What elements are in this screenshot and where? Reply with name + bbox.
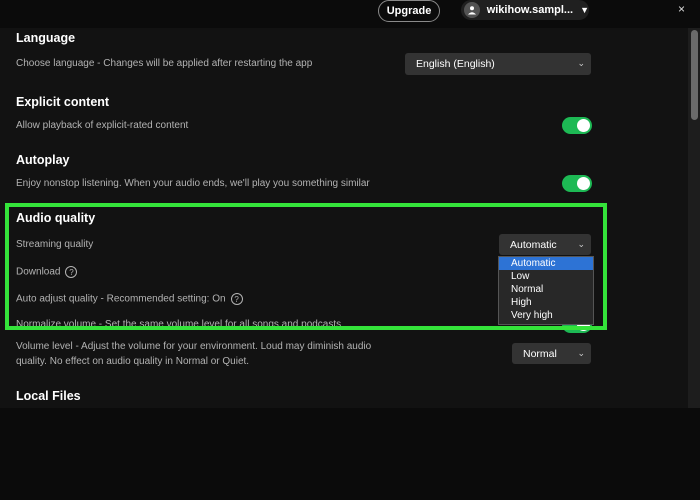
chevron-down-icon: ⌄ [577, 57, 585, 68]
user-menu-button[interactable]: wikihow.sampl... ▼ [461, 0, 589, 20]
autoplay-title: Autoplay [16, 153, 70, 167]
local-files-title: Local Files [16, 389, 81, 403]
top-bar: Upgrade wikihow.sampl... ▼ × [0, 0, 700, 28]
option-low[interactable]: Low [499, 270, 593, 283]
language-title: Language [16, 31, 76, 45]
explicit-content-description: Allow playback of explicit-rated content [16, 120, 189, 131]
language-select-value: English (English) [416, 58, 495, 70]
upgrade-button[interactable]: Upgrade [378, 0, 440, 22]
bottom-panel [0, 408, 700, 500]
option-automatic[interactable]: Automatic [499, 257, 593, 270]
volume-level-line-1: Volume level - Adjust the volume for you… [16, 341, 372, 352]
chevron-down-icon: ▼ [580, 5, 589, 15]
autoplay-description: Enjoy nonstop listening. When your audio… [16, 178, 370, 189]
option-very-high[interactable]: Very high [499, 309, 593, 322]
username-label: wikihow.sampl... [486, 4, 574, 16]
toggle-knob [577, 177, 590, 190]
autoplay-toggle[interactable] [562, 175, 592, 192]
volume-level-select[interactable]: Normal ⌄ [512, 343, 591, 364]
explicit-content-toggle[interactable] [562, 117, 592, 134]
scrollbar-thumb[interactable] [691, 30, 698, 120]
explicit-content-title: Explicit content [16, 95, 110, 109]
streaming-quality-options: Automatic Low Normal High Very high [498, 256, 594, 325]
chevron-down-icon: ⌄ [577, 347, 585, 358]
option-normal[interactable]: Normal [499, 283, 593, 296]
option-high[interactable]: High [499, 296, 593, 309]
avatar [464, 2, 480, 18]
volume-level-line-2: quality. No effect on audio quality in N… [16, 356, 250, 367]
toggle-knob [577, 119, 590, 132]
volume-level-value: Normal [523, 347, 557, 360]
language-description: Choose language - Changes will be applie… [16, 58, 313, 69]
user-icon [467, 6, 476, 15]
language-select[interactable]: English (English) ⌄ [405, 53, 591, 75]
close-icon[interactable]: × [678, 2, 685, 16]
